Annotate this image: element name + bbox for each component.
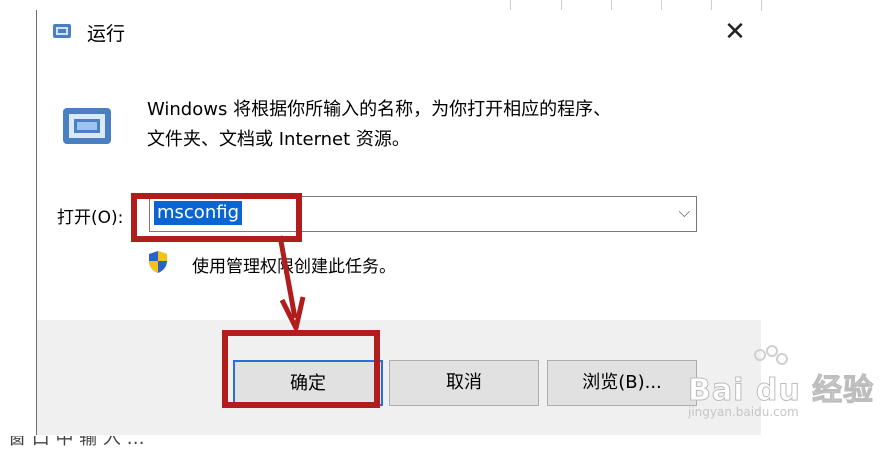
- run-icon: [53, 24, 71, 38]
- close-button[interactable]: ✕: [717, 14, 753, 50]
- watermark-title: Bai du 经验: [687, 373, 875, 409]
- dialog-description: Windows 将根据你所输入的名称，为你打开相应的程序、 文件夹、文档或 In…: [147, 95, 737, 155]
- chevron-down-icon[interactable]: ⌵: [679, 203, 690, 221]
- button-bar: 确定 取消 浏览(B)...: [37, 320, 761, 435]
- dialog-title: 运行: [87, 23, 126, 45]
- shield-icon: [149, 251, 167, 273]
- run-icon-large: [63, 108, 111, 144]
- watermark-url: jingyan.baidu.com: [688, 405, 799, 419]
- close-icon: ✕: [724, 17, 746, 47]
- admin-note: 使用管理权限创建此任务。: [192, 257, 396, 277]
- description-line: 文件夹、文档或 Internet 资源。: [147, 129, 410, 150]
- open-label: 打开(O):: [57, 208, 124, 228]
- highlight-box-ok: [222, 330, 380, 408]
- title-bar: 运行 ✕: [37, 10, 761, 55]
- cancel-button[interactable]: 取消: [389, 360, 539, 406]
- baidu-watermark: Bai du 经验 jingyan.baidu.com: [680, 345, 880, 425]
- browse-button[interactable]: 浏览(B)...: [547, 360, 697, 406]
- description-line: Windows 将根据你所输入的名称，为你打开相应的程序、: [147, 99, 612, 120]
- highlight-box-input: [131, 193, 302, 242]
